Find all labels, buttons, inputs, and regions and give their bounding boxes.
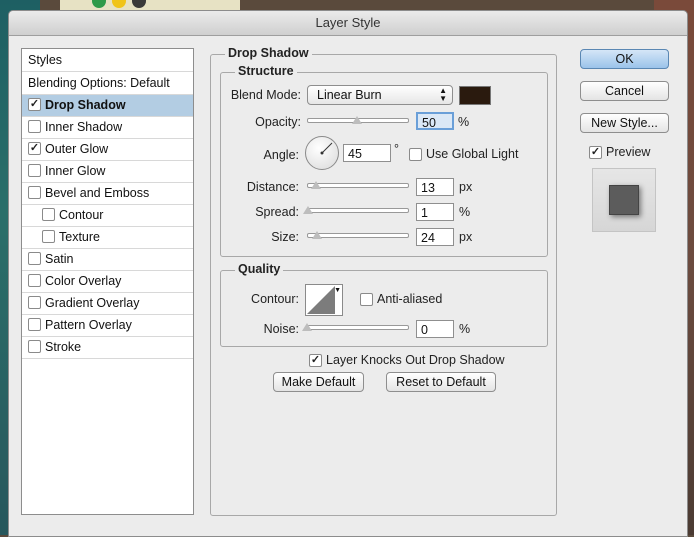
style-item-checkbox[interactable] [28, 274, 41, 288]
ok-button[interactable]: OK [580, 49, 669, 69]
angle-dial[interactable] [305, 136, 339, 170]
noise-label: Noise: [263, 322, 299, 336]
opacity-unit: % [458, 115, 470, 129]
style-item-label: Satin [45, 252, 74, 266]
layer-style-dialog: Layer Style Styles Blending Options: Def… [8, 10, 688, 537]
select-arrows-icon: ▲ ▼ [439, 86, 447, 103]
noise-slider[interactable] [307, 325, 409, 330]
angle-field[interactable]: 45 [343, 144, 391, 162]
style-item-checkbox[interactable] [28, 296, 41, 310]
layer-knocks-out-label: Layer Knocks Out Drop Shadow [326, 353, 505, 367]
style-item-color-overlay[interactable]: Color Overlay [22, 271, 193, 293]
styles-list: Styles Blending Options: Default ✓ Drop S… [21, 48, 194, 515]
spread-slider-thumb[interactable] [303, 206, 313, 214]
style-item-gradient-overlay[interactable]: Gradient Overlay [22, 293, 193, 315]
style-item-contour[interactable]: Contour [22, 205, 193, 227]
style-item-satin[interactable]: Satin [22, 249, 193, 271]
style-item-checkbox[interactable]: ✓ [28, 98, 41, 112]
style-item-checkbox[interactable] [28, 120, 41, 134]
spread-field[interactable]: 1 [416, 203, 454, 221]
size-unit: px [459, 230, 473, 244]
size-slider[interactable] [307, 233, 409, 238]
style-item-inner-glow[interactable]: Inner Glow [22, 161, 193, 183]
style-item-label: Inner Glow [45, 164, 106, 178]
style-item-label: Stroke [45, 340, 82, 354]
spread-unit: % [459, 205, 471, 219]
style-item-stroke[interactable]: Stroke [22, 337, 193, 359]
angle-needle-icon [320, 142, 333, 155]
style-item-checkbox[interactable] [28, 252, 41, 266]
use-global-light-checkbox[interactable] [409, 148, 422, 161]
distance-label: Distance: [246, 180, 299, 194]
opacity-slider-thumb[interactable] [352, 116, 362, 124]
preview-label: Preview [606, 145, 651, 159]
distance-slider-thumb[interactable] [310, 181, 321, 189]
structure-title: Structure [235, 64, 297, 78]
angle-unit: ° [394, 142, 399, 156]
style-item-pattern-overlay[interactable]: Pattern Overlay [22, 315, 193, 337]
contour-dropdown-icon: ▼ [334, 287, 341, 294]
distance-unit: px [459, 180, 473, 194]
style-item-bevel-and-emboss[interactable]: Bevel and Emboss [22, 183, 193, 205]
blending-options-item[interactable]: Blending Options: Default [22, 72, 193, 95]
contour-curve-icon [307, 286, 335, 314]
style-item-label: Pattern Overlay [45, 318, 132, 332]
angle-label: Angle: [263, 148, 299, 162]
preview-square [609, 185, 639, 215]
opacity-field[interactable]: 50 [416, 112, 454, 130]
style-item-checkbox[interactable] [28, 318, 41, 332]
preview-thumbnail [592, 168, 656, 232]
noise-slider-thumb[interactable] [302, 323, 312, 331]
use-global-light-label: Use Global Light [426, 147, 519, 161]
styles-header[interactable]: Styles [22, 49, 193, 72]
spread-slider[interactable] [307, 208, 409, 213]
distance-slider[interactable] [307, 183, 409, 188]
spread-label: Spread: [255, 205, 299, 219]
distance-field[interactable]: 13 [416, 178, 454, 196]
style-item-label: Outer Glow [45, 142, 109, 156]
contour-picker[interactable]: ▼ [305, 284, 343, 316]
blend-mode-value: Linear Burn [317, 88, 382, 102]
size-slider-thumb[interactable] [311, 231, 322, 239]
blend-mode-label: Blend Mode: [230, 88, 301, 102]
style-item-label: Texture [59, 230, 100, 244]
noise-unit: % [459, 322, 471, 336]
style-item-checkbox[interactable]: ✓ [28, 142, 41, 156]
quality-title: Quality [235, 262, 284, 276]
style-item-checkbox[interactable] [28, 340, 41, 354]
dialog-title: Layer Style [9, 11, 687, 36]
style-item-checkbox[interactable] [42, 208, 55, 222]
background-top [60, 0, 240, 10]
style-item-inner-shadow[interactable]: Inner Shadow [22, 117, 193, 139]
new-style-button[interactable]: New Style... [580, 113, 669, 133]
blend-color-swatch[interactable] [459, 86, 491, 105]
contour-label: Contour: [251, 292, 299, 306]
opacity-label: Opacity: [255, 115, 301, 129]
style-item-label: Drop Shadow [45, 98, 126, 112]
style-item-checkbox[interactable] [28, 186, 41, 200]
layer-knocks-out-checkbox[interactable]: ✓ [309, 354, 322, 367]
style-item-label: Inner Shadow [45, 120, 123, 134]
blend-mode-select[interactable]: Linear Burn ▲ ▼ [307, 85, 453, 105]
cancel-button[interactable]: Cancel [580, 81, 669, 101]
reset-to-default-button[interactable]: Reset to Default [386, 372, 496, 392]
style-item-label: Contour [59, 208, 104, 222]
style-item-checkbox[interactable] [28, 164, 41, 178]
style-item-drop-shadow[interactable]: ✓ Drop Shadow [22, 95, 193, 117]
style-item-checkbox[interactable] [42, 230, 55, 244]
drop-shadow-title: Drop Shadow [225, 46, 312, 60]
anti-aliased-label: Anti-aliased [377, 292, 443, 306]
size-field[interactable]: 24 [416, 228, 454, 246]
style-item-outer-glow[interactable]: ✓ Outer Glow [22, 139, 193, 161]
noise-field[interactable]: 0 [416, 320, 454, 338]
make-default-button[interactable]: Make Default [273, 372, 364, 392]
style-item-texture[interactable]: Texture [22, 227, 193, 249]
style-item-label: Color Overlay [45, 274, 122, 288]
style-item-label: Gradient Overlay [45, 296, 140, 310]
size-label: Size: [271, 230, 299, 244]
style-item-label: Bevel and Emboss [45, 186, 150, 200]
preview-checkbox[interactable]: ✓ [589, 146, 602, 159]
anti-aliased-checkbox[interactable] [360, 293, 373, 306]
